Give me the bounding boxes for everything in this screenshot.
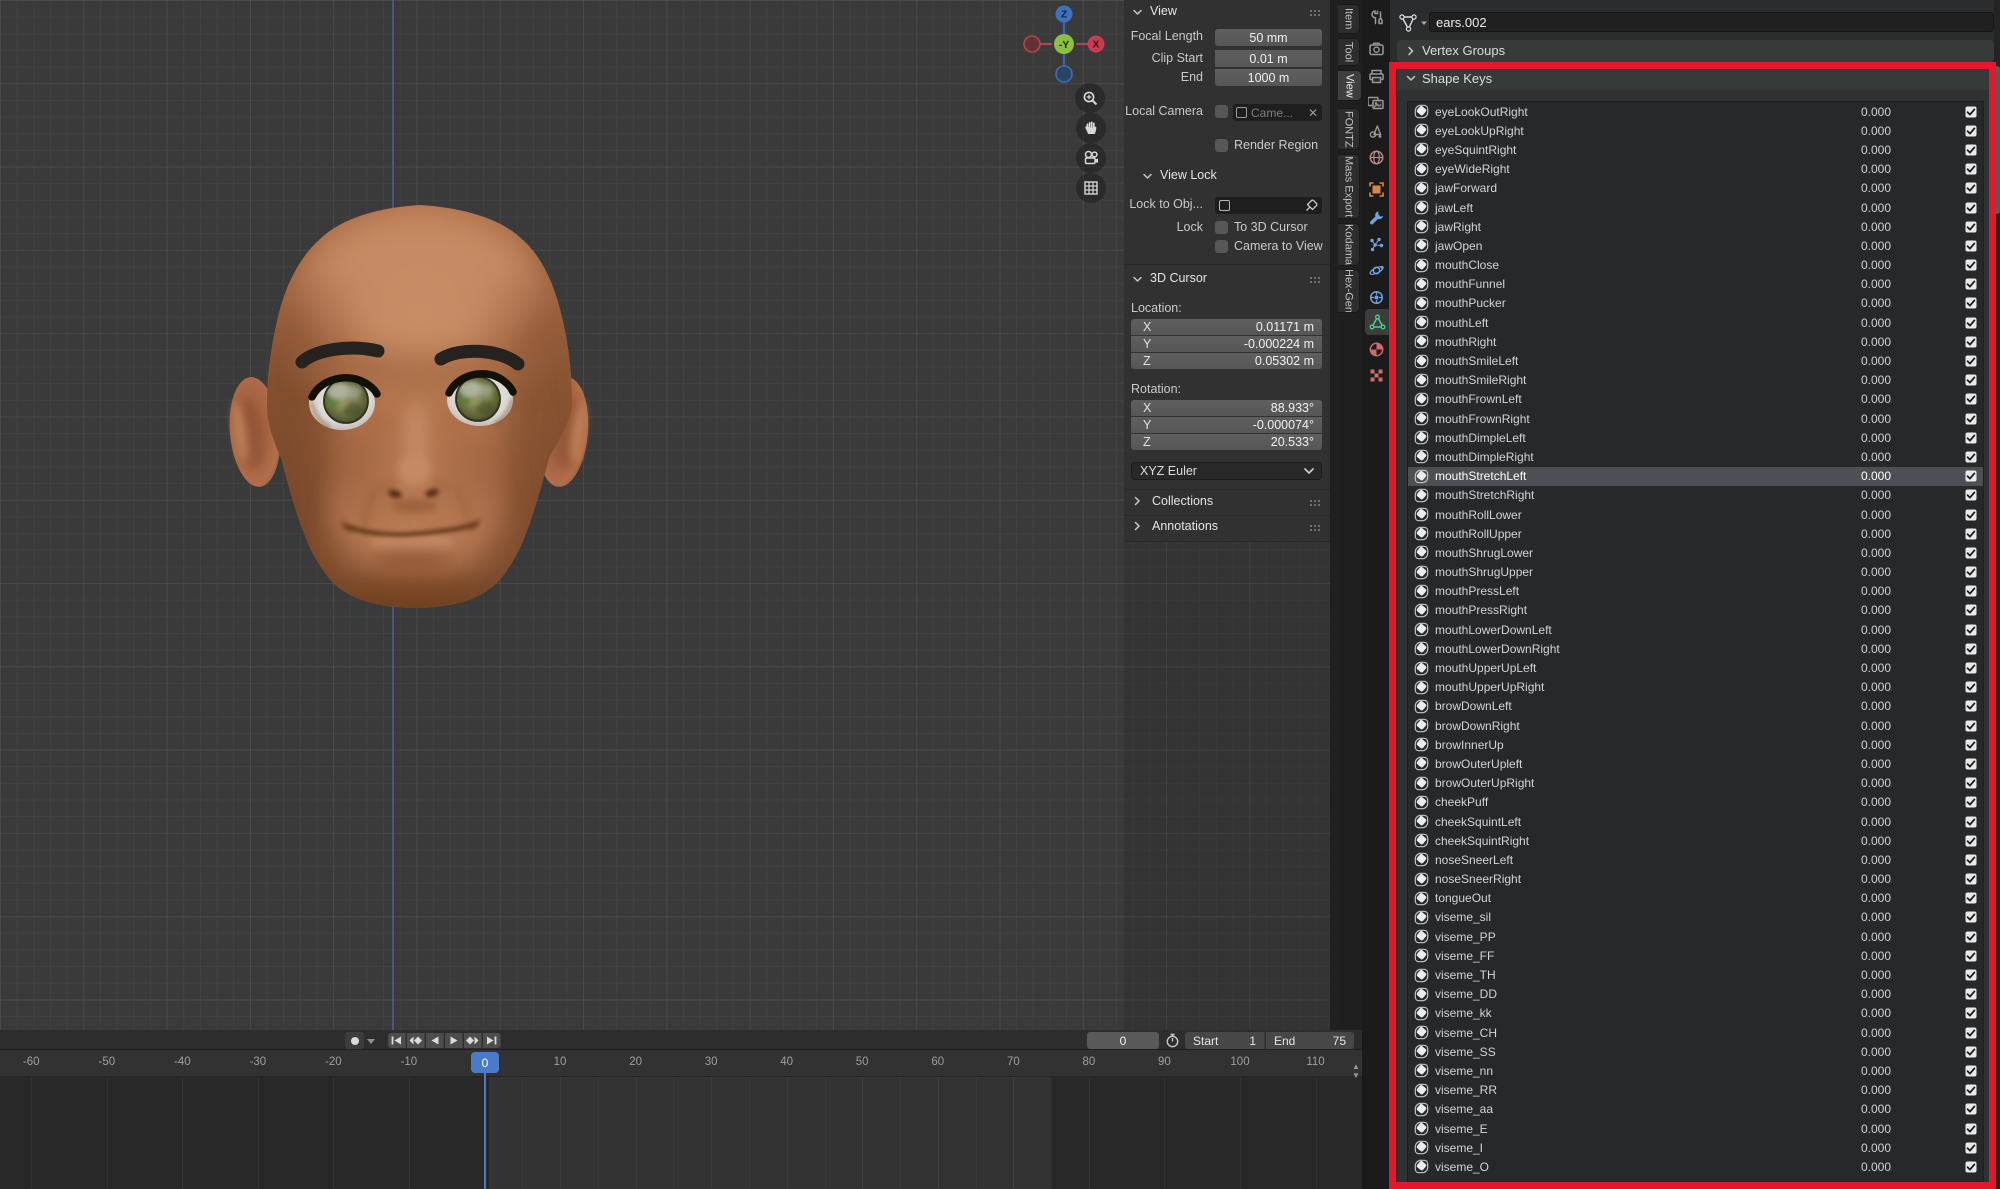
svg-text:X: X bbox=[1093, 40, 1100, 51]
svg-text:-Y: -Y bbox=[1059, 39, 1070, 51]
svg-text:Z: Z bbox=[1061, 10, 1067, 21]
